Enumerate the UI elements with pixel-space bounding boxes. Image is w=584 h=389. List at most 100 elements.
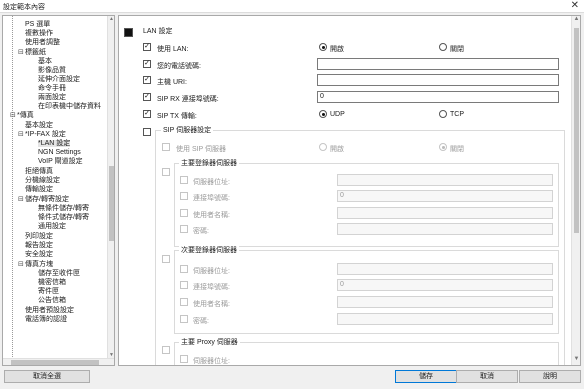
tree-item[interactable]: 基本設定 [25, 122, 53, 130]
primary-registrar-addr-input[interactable] [337, 174, 553, 186]
use-lan-on-radio[interactable] [319, 43, 327, 51]
use-lan-off-radio[interactable] [439, 43, 447, 51]
tree-hscroll-thumb[interactable] [11, 360, 99, 365]
tree-item[interactable]: 機密信箱 [38, 279, 66, 287]
primary-registrar-port-checkbox[interactable] [180, 192, 188, 200]
tree-item[interactable]: 報告設定 [25, 242, 53, 250]
cancel-button[interactable]: 取消 [456, 370, 518, 383]
scroll-up-icon[interactable]: ▲ [572, 16, 580, 25]
use-lan-checkbox[interactable]: ✓ [143, 43, 151, 51]
primary-registrar-checkbox[interactable] [162, 168, 170, 176]
clear-all-button[interactable]: 取消全選 [4, 370, 90, 383]
tree-item[interactable]: 複數操作 [25, 30, 53, 38]
sip-server-section-checkbox[interactable] [143, 128, 151, 136]
tree-scroll-thumb[interactable] [109, 166, 114, 241]
sip-rx-port-input[interactable]: 0 [317, 91, 559, 103]
primary-proxy-addr-checkbox[interactable] [180, 355, 188, 363]
secondary-registrar-user-checkbox[interactable] [180, 298, 188, 306]
primary-registrar-password-checkbox[interactable] [180, 225, 188, 233]
use-sip-server-checkbox[interactable] [162, 143, 170, 151]
host-uri-checkbox[interactable]: ✓ [143, 76, 151, 84]
lan-section-toggle[interactable] [124, 28, 133, 37]
tree-item[interactable]: 電話簿的認證 [25, 316, 67, 324]
secondary-registrar-port-checkbox[interactable] [180, 281, 188, 289]
secondary-registrar-checkbox[interactable] [162, 255, 170, 263]
tree-item[interactable]: 通用設定 [38, 223, 66, 231]
secondary-registrar-port-label: 連接埠號碼: [193, 284, 230, 291]
tree-item-label: 影像品質 [38, 67, 66, 74]
scroll-up-icon[interactable]: ▲ [108, 16, 114, 23]
use-sip-server-on-radio[interactable] [319, 143, 327, 151]
tree-item-label: 通用設定 [38, 223, 66, 230]
scroll-down-icon[interactable]: ▼ [572, 356, 580, 365]
tree-item-label: 分機線設定 [25, 177, 60, 184]
settings-scroll-thumb[interactable] [574, 28, 579, 233]
collapse-icon[interactable]: ⊟ [18, 196, 25, 204]
host-uri-input[interactable] [317, 74, 559, 86]
tree-item[interactable]: 拒絕傳真 [25, 168, 53, 176]
tree-item[interactable]: 安全設定 [25, 251, 53, 259]
tree-item[interactable]: 影像品質 [38, 67, 66, 75]
tree-item[interactable]: ⊟儲存/轉寄設定 [18, 196, 69, 204]
primary-registrar-password-label: 密碼: [193, 228, 209, 235]
primary-registrar-port-input[interactable]: 0 [337, 190, 553, 202]
phone-checkbox[interactable]: ✓ [143, 60, 151, 68]
tree-item-label: 傳真方塊 [25, 261, 53, 268]
tree-item[interactable]: 寄件匣 [38, 288, 59, 296]
sip-rx-port-checkbox[interactable]: ✓ [143, 93, 151, 101]
secondary-registrar-addr-input[interactable] [337, 263, 553, 275]
primary-registrar-password-input[interactable] [337, 223, 553, 235]
collapse-icon[interactable]: ⊟ [18, 261, 25, 269]
primary-registrar-user-input[interactable] [337, 207, 553, 219]
secondary-registrar-password-input[interactable] [337, 313, 553, 325]
tree-item[interactable]: 延伸介面設定 [38, 76, 80, 84]
tree-item-label: 公告信箱 [38, 297, 66, 304]
tree-vertical-scrollbar[interactable]: ▲ ▼ [107, 16, 114, 359]
tree-item[interactable]: ⊟*傳真 [10, 112, 34, 120]
tree-item[interactable]: 基本 [38, 58, 52, 66]
tree-item[interactable]: PS 選單 [25, 21, 50, 29]
tree-item[interactable]: 使用者調整 [25, 39, 60, 47]
tree-item[interactable]: NGN Settings [38, 149, 81, 157]
collapse-icon[interactable]: ⊟ [18, 49, 25, 57]
secondary-registrar-user-input[interactable] [337, 296, 553, 308]
tree-item[interactable]: ⊟標籤紙 [18, 49, 46, 57]
tree-item[interactable]: 列印設定 [25, 233, 53, 241]
phone-input[interactable] [317, 58, 559, 70]
sip-tx-tcp-radio[interactable] [439, 110, 447, 118]
tree-item[interactable]: *LAN 設定 [38, 140, 71, 148]
secondary-registrar-addr-checkbox[interactable] [180, 265, 188, 273]
collapse-icon[interactable]: ⊟ [18, 131, 25, 139]
tree-item[interactable]: 分機線設定 [25, 177, 60, 185]
use-sip-server-off-label: 關閉 [450, 146, 464, 153]
tree-item[interactable]: 條件式儲存/轉寄 [38, 214, 89, 222]
tree-item[interactable]: ⊟傳真方塊 [18, 261, 53, 269]
secondary-registrar-port-input[interactable]: 0 [337, 279, 553, 291]
tree-item[interactable]: 公告信箱 [38, 297, 66, 305]
tree-item[interactable]: 使用者預設設定 [25, 307, 74, 315]
tree-item-label: 使用者調整 [25, 39, 60, 46]
primary-proxy-checkbox[interactable] [162, 346, 170, 354]
use-lan-label: 使用 LAN: [157, 46, 189, 53]
close-icon[interactable]: ✕ [571, 0, 579, 11]
primary-registrar-addr-checkbox[interactable] [180, 176, 188, 184]
tree-item[interactable]: 傳輸設定 [25, 186, 53, 194]
tree-horizontal-scrollbar[interactable] [3, 358, 114, 365]
tree-item[interactable]: 無條件儲存/轉寄 [38, 205, 89, 213]
sip-tx-checkbox[interactable]: ✓ [143, 110, 151, 118]
settings-vertical-scrollbar[interactable]: ▲ ▼ [571, 16, 580, 365]
tree-item[interactable]: 命令手冊 [38, 85, 66, 93]
settings-tree[interactable]: PS 選單 複數操作 使用者調整 ⊟標籤紙 基本 影像品質延伸介面設定 命令手冊 兩面設定 在印… [2, 15, 115, 366]
sip-tx-udp-radio[interactable] [319, 110, 327, 118]
secondary-registrar-password-checkbox[interactable] [180, 315, 188, 323]
tree-item[interactable]: ⊟*IP-FAX 設定 [18, 131, 66, 139]
tree-item[interactable]: 儲存至收件匣 [38, 270, 80, 278]
tree-item[interactable]: VoIP 閘道設定 [38, 158, 83, 166]
save-button[interactable]: 儲存 [395, 370, 457, 383]
primary-registrar-user-checkbox[interactable] [180, 209, 188, 217]
tree-item[interactable]: 在印表機中儲存資料 [38, 103, 101, 111]
collapse-icon[interactable]: ⊟ [10, 112, 17, 120]
use-sip-server-off-radio[interactable] [439, 143, 447, 151]
tree-item[interactable]: 兩面設定 [38, 94, 66, 102]
help-button[interactable]: 說明 [519, 370, 581, 383]
